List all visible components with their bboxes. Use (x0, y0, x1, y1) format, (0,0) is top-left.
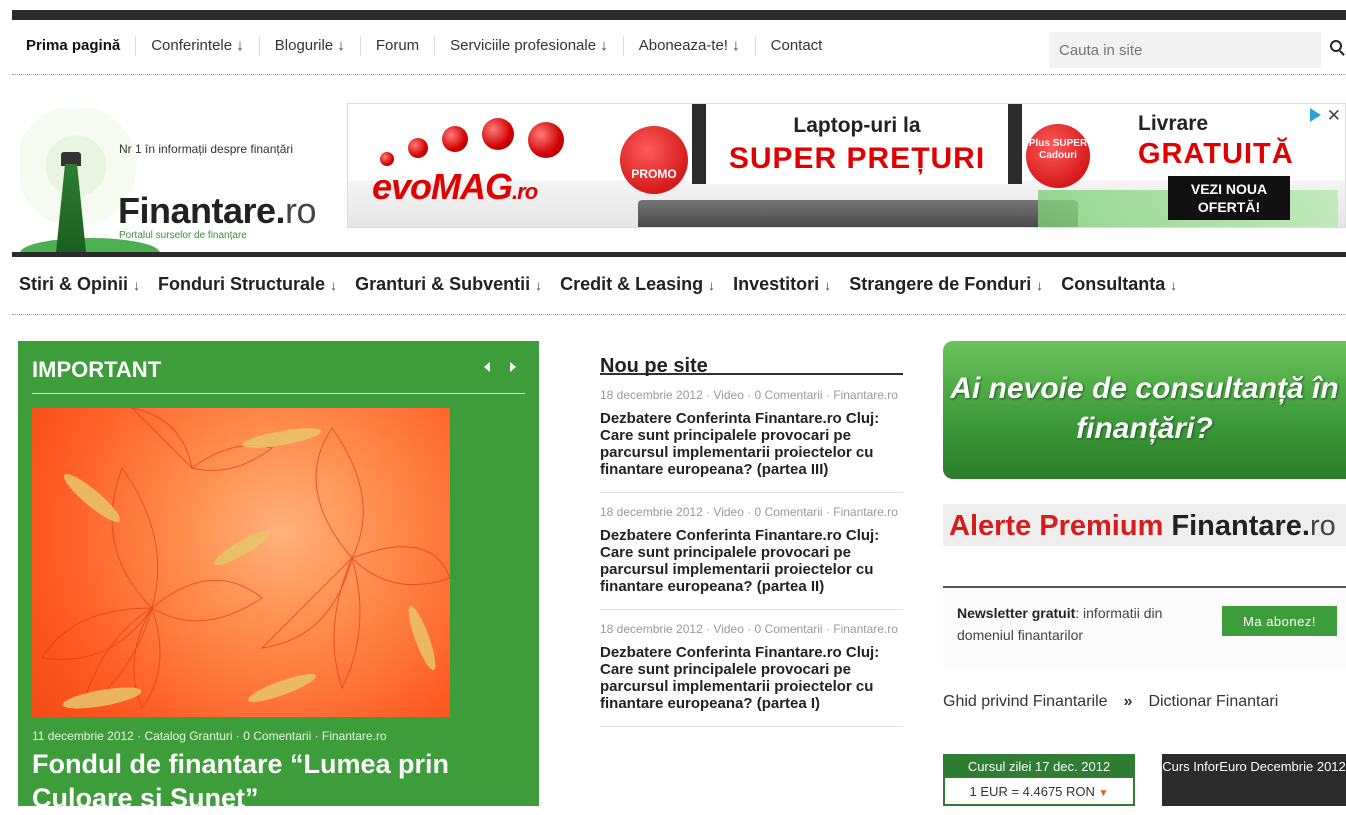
logo-tagline: Nr 1 în informații despre finanțări (119, 142, 294, 156)
consultanta-text: Ai nevoie de consultanță în finanțări? (950, 372, 1339, 445)
exchange-rate-widget: Cursul zilei 17 dec. 2012 1 EUR = 4.4675… (943, 754, 1135, 806)
nav-forum[interactable]: Forum (359, 36, 434, 56)
feature-meta: 11 decembrie 2012 · Catalog Granturi · 0… (32, 729, 387, 743)
item-headline[interactable]: Dezbatere Conferinta Finantare.ro Cluj: … (600, 527, 903, 595)
list-item: 18 decembrie 2012 · Video · 0 Comentarii… (600, 623, 903, 727)
arrow-down-icon: ↓ (330, 277, 338, 293)
ad-laptop-screen: Laptop-uri la SUPER PREȚURI (692, 104, 1022, 184)
ad-ball (380, 152, 394, 166)
cat-stiri-opinii[interactable]: Stiri & Opinii ↓ (12, 274, 151, 295)
nav-servicii[interactable]: Serviciile profesionale ↓ (434, 36, 623, 56)
search-box (1049, 32, 1321, 68)
item-headline[interactable]: Dezbatere Conferinta Finantare.ro Cluj: … (600, 410, 903, 478)
feature-image[interactable] (32, 408, 450, 717)
ad-laptop-keyboard (638, 200, 1078, 227)
ad-headline-1: Laptop-uri la (793, 114, 921, 137)
search-icon[interactable] (1330, 40, 1342, 52)
close-icon[interactable]: ✕ (1327, 106, 1341, 126)
nav-aboneaza[interactable]: Aboneaza-te! ↓ (622, 36, 755, 56)
feature-title[interactable]: Fondul de finantare “Lumea prin Culoare … (32, 747, 532, 815)
important-divider (32, 393, 525, 394)
alerte-text: Alerte Premium Finantare.ro (949, 510, 1336, 542)
flower-illustration (41, 408, 450, 710)
alerte-premium-banner[interactable]: Alerte Premium Finantare.ro (943, 504, 1346, 546)
arrow-down-icon: ↓ (824, 277, 832, 293)
top-dark-bar (12, 10, 1346, 20)
subscribe-button[interactable]: Ma abonez! (1222, 606, 1337, 636)
exchange-rate-value: 1 EUR = 4.4675 RON ▼ (969, 784, 1109, 799)
ad-ball (482, 118, 514, 150)
ad-banner[interactable]: evoMAG.ro PROMO Laptop-uri la SUPER PREȚ… (347, 103, 1346, 228)
arrow-down-icon: ↓ (133, 277, 141, 293)
nav-blogurile[interactable]: Blogurile ↓ (258, 36, 360, 56)
nou-pe-site: Nou pe site 18 decembrie 2012 · Video · … (600, 341, 903, 740)
inforeuro-widget: Curs InforEuro Decembrie 2012 (1162, 754, 1346, 806)
list-item: 18 decembrie 2012 · Video · 0 Comentarii… (600, 389, 903, 493)
important-title: IMPORTANT (32, 357, 162, 382)
logo-name: Finantare.ro (118, 190, 317, 231)
logo-subtitle: Portalul surselor de finanțare (119, 230, 247, 241)
header-divider (12, 252, 1346, 257)
item-meta: 18 decembrie 2012 · Video · 0 Comentarii… (600, 622, 898, 636)
item-meta: 18 decembrie 2012 · Video · 0 Comentarii… (600, 505, 898, 519)
ad-ball (528, 122, 564, 158)
arrow-down-icon: ↓ (1036, 277, 1044, 293)
nav-contact[interactable]: Contact (754, 36, 838, 56)
ad-ball (408, 138, 428, 158)
list-item: 18 decembrie 2012 · Video · 0 Comentarii… (600, 506, 903, 610)
ad-promo-badge: PROMO (620, 126, 688, 194)
important-slider: IMPORTANT 11 decembrie 2012 · Catalog Gr… (18, 341, 539, 813)
cat-consultanta[interactable]: Consultanta ↓ (1054, 274, 1188, 295)
ad-cta-button[interactable]: VEZI NOUA OFERTĂ! (1168, 176, 1290, 220)
trend-down-icon: ▼ (1098, 788, 1109, 799)
cat-credit-leasing[interactable]: Credit & Leasing ↓ (553, 274, 726, 295)
ad-ball (442, 126, 468, 152)
adchoices-icon[interactable] (1310, 108, 1321, 122)
lighthouse-lamp (61, 152, 81, 166)
nav-conferintele[interactable]: Conferintele ↓ (135, 36, 259, 56)
item-meta: 18 decembrie 2012 · Video · 0 Comentarii… (600, 388, 898, 402)
item-headline[interactable]: Dezbatere Conferinta Finantare.ro Cluj: … (600, 644, 903, 712)
nav-prima-pagina[interactable]: Prima pagină (12, 36, 135, 56)
consultanta-banner[interactable]: Ai nevoie de consultanță în finanțări? (943, 341, 1346, 479)
link-dictionar[interactable]: Dictionar Finantari (1148, 693, 1278, 710)
ad-right-line-1: Livrare (1138, 112, 1209, 135)
cat-fonduri-structurale[interactable]: Fonduri Structurale ↓ (151, 274, 348, 295)
arrow-right-icon[interactable] (510, 362, 516, 372)
ad-right-line-2: GRATUITĂ (1138, 138, 1294, 170)
newsletter-text: Newsletter gratuit: informatii din domen… (957, 605, 1163, 643)
separator: » (1123, 693, 1133, 710)
search-input[interactable] (1049, 32, 1289, 68)
arrow-down-icon: ↓ (535, 277, 543, 293)
site-logo[interactable]: Nr 1 în informații despre finanțări Fina… (20, 108, 340, 254)
link-ghid-finantari[interactable]: Ghid privind Finantarile (943, 693, 1108, 710)
arrow-left-icon[interactable] (484, 362, 490, 372)
cat-strangere-fonduri[interactable]: Strangere de Fonduri ↓ (842, 274, 1054, 295)
top-navigation: Prima pagină Conferintele ↓ Blogurile ↓ … (12, 28, 1346, 75)
arrow-down-icon: ↓ (708, 277, 716, 293)
cat-granturi-subventii[interactable]: Granturi & Subventii ↓ (348, 274, 553, 295)
cat-investitori[interactable]: Investitori ↓ (726, 274, 842, 295)
newsletter-box: Newsletter gratuit: informatii din domen… (943, 586, 1346, 670)
arrow-down-icon: ↓ (1170, 277, 1178, 293)
nou-title: Nou pe site (600, 341, 903, 377)
ad-brand-logo: evoMAG.ro (372, 166, 538, 207)
ad-plus-badge: Plus SUPER Cadouri (1026, 124, 1090, 188)
exchange-rate-title: Cursul zilei 17 dec. 2012 (945, 756, 1133, 778)
category-navigation: Stiri & Opinii ↓ Fonduri Structurale ↓ G… (12, 274, 1346, 315)
ad-headline-2: SUPER PREȚURI (728, 142, 986, 175)
ghid-links: Ghid privind Finantarile » Dictionar Finan… (943, 693, 1278, 711)
